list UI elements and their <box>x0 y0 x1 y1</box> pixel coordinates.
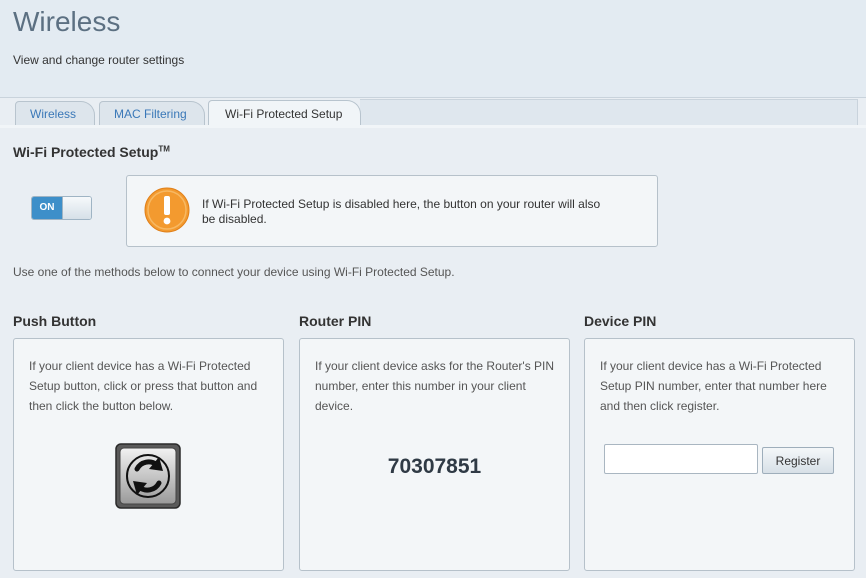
warning-icon <box>144 187 190 233</box>
device-pin-input[interactable] <box>604 444 758 474</box>
router-pin-description: If your client device asks for the Route… <box>315 359 555 413</box>
warning-text: If Wi-Fi Protected Setup is disabled her… <box>202 197 601 226</box>
push-button-panel: If your client device has a Wi-Fi Protec… <box>13 338 284 571</box>
wps-toggle[interactable]: ON <box>31 196 92 220</box>
device-pin-title: Device PIN <box>584 313 657 329</box>
instructions-text: Use one of the methods below to connect … <box>13 265 455 279</box>
page-header: Wireless View and change router settings <box>0 0 866 98</box>
device-pin-description: If your client device has a Wi-Fi Protec… <box>600 359 827 413</box>
page-title: Wireless <box>13 6 121 37</box>
router-pin-value: 70307851 <box>387 455 482 478</box>
device-pin-panel: If your client device has a Wi-Fi Protec… <box>584 338 855 571</box>
tab-wireless[interactable]: Wireless <box>15 101 95 127</box>
router-pin-panel: If your client device asks for the Route… <box>299 338 570 571</box>
router-pin-title: Router PIN <box>299 313 372 329</box>
trademark-mark: TM <box>158 144 170 154</box>
wps-section-title: Wi-Fi Protected SetupTM <box>13 144 170 160</box>
wps-push-button-icon[interactable] <box>115 443 181 509</box>
tab-wifi-protected-setup[interactable]: Wi-Fi Protected Setup <box>208 100 361 128</box>
toggle-on-label: ON <box>32 197 62 219</box>
wps-title-text: Wi-Fi Protected Setup <box>13 144 159 160</box>
tab-bar: Wireless MAC Filtering Wi-Fi Protected S… <box>0 99 866 128</box>
page-subtitle: View and change router settings <box>13 53 185 67</box>
tab-mac-filtering[interactable]: MAC Filtering <box>99 101 205 127</box>
tab-bar-underline <box>0 125 866 128</box>
push-button-title: Push Button <box>13 313 97 329</box>
tab-bar-background <box>360 99 858 125</box>
warning-box: If Wi-Fi Protected Setup is disabled her… <box>126 175 658 247</box>
toggle-knob <box>62 197 91 219</box>
register-button[interactable]: Register <box>762 447 834 474</box>
push-button-description: If your client device has a Wi-Fi Protec… <box>29 359 258 413</box>
